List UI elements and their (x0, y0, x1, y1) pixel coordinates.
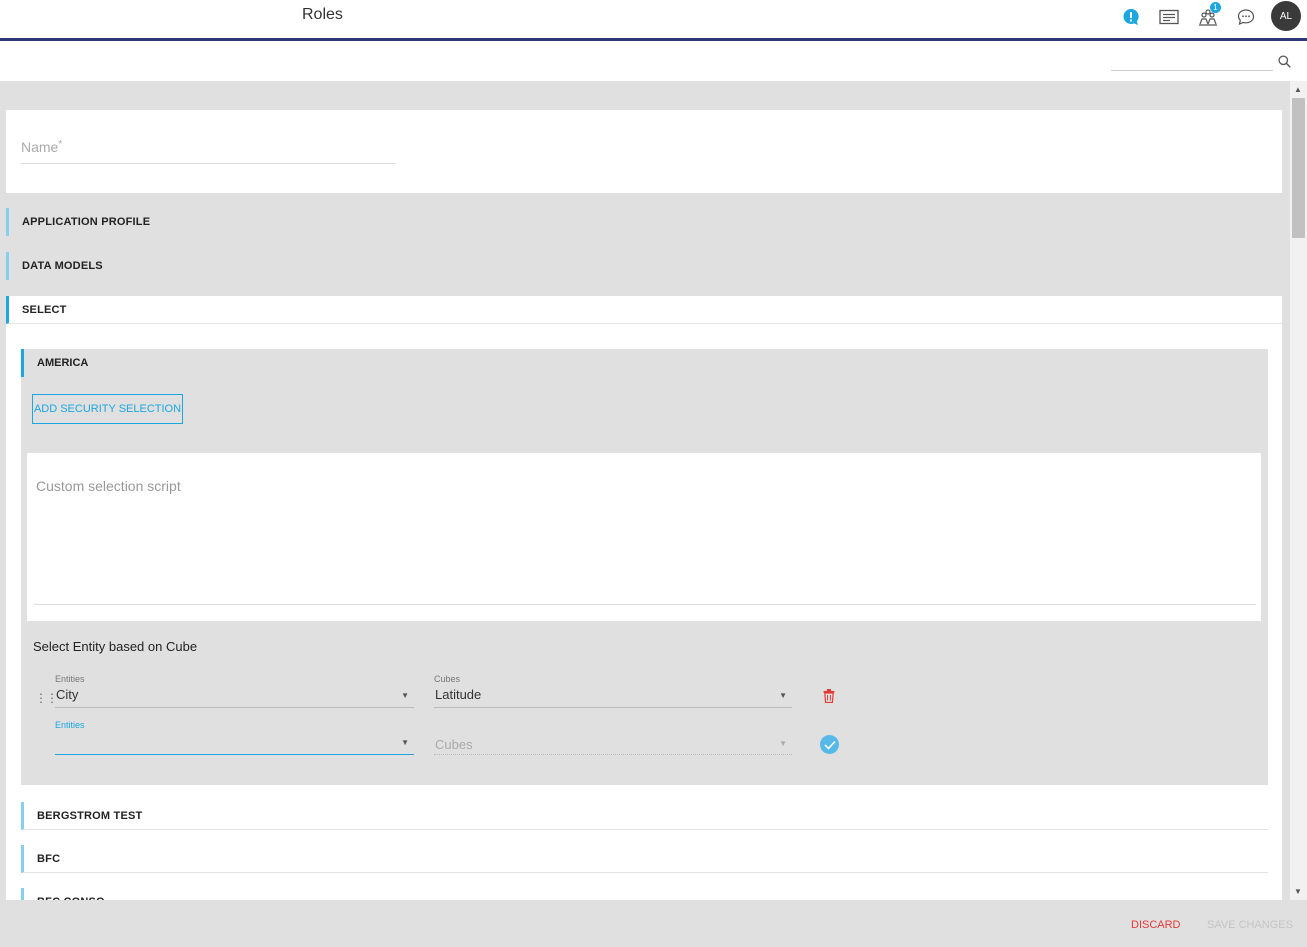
vertical-scrollbar[interactable]: ▲ ▼ (1290, 81, 1307, 900)
model-america-header[interactable]: AMERICA (21, 349, 88, 377)
user-avatar[interactable]: AL (1271, 1, 1301, 31)
collaboration-icon[interactable]: 1 (1197, 2, 1221, 28)
model-bergstrom-test[interactable]: BERGSTROM TEST (21, 802, 1268, 830)
script-underline (34, 604, 1256, 605)
scroll-up-icon[interactable]: ▲ (1294, 85, 1302, 94)
discard-button[interactable]: DISCARD (1131, 919, 1181, 931)
page-title: Roles (302, 6, 343, 23)
required-marker: * (58, 139, 63, 150)
section-application-profile[interactable]: APPLICATION PROFILE (6, 208, 1282, 236)
chevron-down-icon: ▼ (401, 691, 409, 700)
entities-select[interactable]: Entities City ▼ (55, 674, 414, 708)
name-field[interactable]: Name* (21, 139, 396, 164)
add-security-selection-button[interactable]: ADD SECURITY SELECTION (32, 394, 183, 424)
chat-icon[interactable] (1235, 6, 1257, 28)
search-input[interactable] (1111, 53, 1273, 71)
alert-icon[interactable] (1120, 6, 1142, 28)
confirm-check-icon[interactable] (820, 735, 839, 754)
entities-value: City (56, 687, 79, 702)
custom-script-input[interactable]: Custom selection script (27, 453, 1261, 621)
notification-badge: 1 (1210, 2, 1221, 13)
main-content: Name* APPLICATION PROFILE DATA MODELS SE… (0, 81, 1290, 900)
model-bfc[interactable]: BFC (21, 845, 1268, 873)
cubes-label: Cubes (434, 674, 461, 684)
new-entities-select[interactable]: Entities ▼ (55, 720, 414, 755)
entities-label: Entities (55, 720, 85, 730)
america-panel: AMERICA ADD SECURITY SELECTION Custom se… (21, 349, 1268, 785)
name-label: Name (21, 139, 59, 155)
save-changes-button[interactable]: SAVE CHANGES (1207, 919, 1293, 931)
script-placeholder: Custom selection script (36, 478, 181, 494)
chevron-down-icon: ▼ (779, 739, 787, 748)
chevron-down-icon: ▼ (779, 691, 787, 700)
cube-section-title: Select Entity based on Cube (33, 639, 198, 654)
search-icon[interactable] (1278, 55, 1291, 73)
scroll-down-icon[interactable]: ▼ (1294, 887, 1302, 896)
name-card: Name* (6, 110, 1282, 193)
cubes-select[interactable]: Cubes Latitude ▼ (434, 674, 792, 708)
cubes-placeholder: Cubes (435, 737, 473, 752)
model-bfc-conso[interactable]: BFC CONSO (21, 888, 1268, 900)
inbox-icon[interactable] (1158, 6, 1180, 28)
trash-icon[interactable] (823, 689, 835, 708)
section-data-models[interactable]: DATA MODELS (6, 252, 1282, 280)
section-select[interactable]: SELECT (6, 296, 1282, 324)
top-header: Roles 1 AL (0, 0, 1307, 38)
search-bar (0, 41, 1307, 81)
new-cubes-select: Cubes ▼ (434, 720, 792, 755)
select-panel: SELECT AMERICA ADD SECURITY SELECTION Cu… (6, 296, 1282, 900)
footer-actions: DISCARD SAVE CHANGES (0, 900, 1307, 947)
cubes-value: Latitude (435, 687, 482, 702)
chevron-down-icon: ▼ (401, 738, 409, 747)
scroll-thumb[interactable] (1292, 98, 1305, 238)
entities-label: Entities (55, 674, 85, 684)
drag-handle-icon[interactable]: ⋮⋮ (35, 691, 58, 705)
